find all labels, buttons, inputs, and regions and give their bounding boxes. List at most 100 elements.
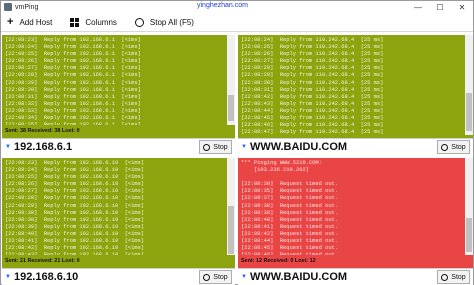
log-line: [22:08:47] Reply from 110.242.68.4 [25 m… — [241, 129, 384, 135]
log-line: [22:08:24] Reply from 110.242.68.4 [25 m… — [241, 37, 384, 43]
grid-icon — [70, 17, 80, 27]
log-line: [22:08:42] Reply from 110.242.68.4 [25 m… — [241, 93, 384, 100]
chevron-down-icon[interactable]: ▼ — [5, 274, 11, 280]
log-line: [22:08:28] Reply from 192.168.6.1 [<1ms] — [5, 72, 141, 79]
stop-label: Stop — [213, 273, 228, 281]
log-line: [22:08:40] Reply from 192.168.6.10 [<1ms… — [5, 230, 145, 237]
log-line: [22:08:45] Reply from 110.242.68.4 [25 m… — [241, 115, 384, 122]
stop-icon — [441, 273, 449, 281]
log-line: [22:08:25] Reply from 192.168.6.10 [<1ms… — [5, 174, 145, 181]
log-line: [22:08:42] Reply from 192.168.6.10 [<1ms… — [5, 245, 145, 252]
stop-button[interactable]: Stop — [437, 140, 470, 154]
ping-stats: Sent: 12 Received: 0 Lost: 12 — [241, 258, 316, 264]
chevron-down-icon[interactable]: ▼ — [5, 144, 11, 150]
stop-label: Stop — [451, 143, 466, 151]
log-scrollbar[interactable] — [465, 158, 473, 255]
plus-icon: + — [7, 16, 14, 28]
log-line: [22:08:29] Reply from 192.168.6.1 [<1ms] — [5, 79, 141, 86]
log-line: [22:08:30] Reply from 192.168.6.1 [<1ms] — [5, 86, 141, 93]
log-line: [22:08:44] Request timed out. — [241, 238, 339, 245]
log-line: [22:08:29] Reply from 110.242.68.4 [25 m… — [241, 72, 384, 79]
host-panel: [22:08:24] Reply from 110.242.68.4 [25 m… — [238, 35, 473, 155]
log-line: *** Pinging WWW.5219.COM: — [241, 160, 322, 166]
log-line: [22:08:28] Reply from 192.168.6.10 [<1ms… — [5, 195, 145, 202]
log-line: [22:08:34] Reply from 192.168.6.1 [<1ms] — [5, 115, 141, 122]
log-line: [22:08:30] Reply from 110.242.68.4 [25 m… — [241, 79, 384, 86]
log-line: [22:08:41] Reply from 192.168.6.10 [<1ms… — [5, 238, 145, 245]
log-line: [22:08:26] Reply from 110.242.68.4 [25 m… — [241, 51, 384, 58]
stop-button[interactable]: Stop — [199, 140, 232, 154]
log-scrollbar[interactable] — [227, 158, 235, 255]
ping-log: [22:08:24] Reply from 110.242.68.4 [25 m… — [238, 35, 465, 135]
stop-label: Stop — [213, 143, 228, 151]
watermark: yinghezhan.com — [197, 2, 248, 9]
log-line: [22:08:31] Reply from 110.242.68.4 [25 m… — [241, 86, 384, 93]
title-bar: vmPing yinghezhan.com — ☐ ✕ — [1, 1, 473, 13]
log-line: [22:08:23] Reply from 192.168.6.1 [<1ms] — [5, 37, 141, 43]
chevron-down-icon[interactable]: ▼ — [241, 274, 247, 280]
stop-icon — [203, 143, 211, 151]
stop-button[interactable]: Stop — [199, 270, 232, 284]
columns-button[interactable]: Columns — [70, 17, 117, 27]
close-icon[interactable]: ✕ — [451, 1, 473, 13]
log-line: [22:08:39] Request timed out. — [241, 209, 339, 216]
log-line: [22:08:38] Reply from 192.168.6.10 [<1ms… — [5, 216, 145, 223]
add-host-label: Add Host — [19, 17, 53, 27]
log-line: [22:08:27] Reply from 192.168.6.10 [<1ms… — [5, 188, 145, 195]
host-name[interactable]: WWW.BAIDU.COM — [250, 141, 437, 153]
stop-all-label: Stop All (F5) — [149, 17, 194, 27]
stop-label: Stop — [451, 273, 466, 281]
log-line: [22:08:23] Reply from 192.168.6.10 [<1ms… — [5, 160, 145, 166]
chevron-down-icon[interactable]: ▼ — [241, 144, 247, 150]
log-scrollbar[interactable] — [465, 35, 473, 135]
log-line: [22:08:32] Reply from 192.168.6.1 [<1ms] — [5, 100, 141, 107]
ping-log: [22:08:23] Reply from 192.168.6.10 [<1ms… — [2, 158, 227, 255]
log-line: [22:08:42] Request timed out. — [241, 230, 339, 237]
host-name[interactable]: WWW.BAIDU.COM — [250, 271, 437, 283]
minimize-icon[interactable]: — — [407, 1, 429, 13]
host-panel: *** Pinging WWW.5219.COM: [103.236.210.2… — [238, 158, 473, 285]
log-line: [22:08:31] Reply from 192.168.6.1 [<1ms] — [5, 93, 141, 100]
log-line: [22:08:27] Reply from 192.168.6.1 [<1ms] — [5, 65, 141, 72]
log-line: [22:08:35] Request timed out. — [241, 188, 339, 195]
log-line: [22:08:25] Reply from 192.168.6.1 [<1ms] — [5, 51, 141, 58]
host-name[interactable]: 192.168.6.1 — [14, 141, 199, 153]
add-host-button[interactable]: + Add Host — [7, 16, 53, 28]
log-line: [22:08:25] Reply from 110.242.68.4 [25 m… — [241, 44, 384, 51]
log-line: [22:08:39] Reply from 192.168.6.10 [<1ms… — [5, 223, 145, 230]
log-line: [22:08:46] Request timed out. — [241, 252, 465, 255]
log-line: [22:08:29] Reply from 192.168.6.10 [<1ms… — [5, 202, 145, 209]
log-line: [22:08:27] Reply from 110.242.68.4 [25 m… — [241, 58, 384, 65]
stop-icon — [203, 273, 211, 281]
toolbar: + Add Host Columns Stop All (F5) — [1, 13, 473, 32]
log-line: [22:08:46] Reply from 110.242.68.4 [25 m… — [241, 122, 384, 129]
host-name[interactable]: 192.168.6.10 — [14, 271, 199, 283]
log-line: [22:08:24] Reply from 192.168.6.1 [<1ms] — [5, 44, 141, 51]
host-bar: ▼ 192.168.6.10 Stop — [2, 268, 235, 285]
ping-stats: Sent: 38 Received: 38 Lost: 0 — [5, 128, 80, 134]
log-line: [22:08:26] Reply from 192.168.6.1 [<1ms] — [5, 58, 141, 65]
ping-log: [22:08:23] Reply from 192.168.6.1 [<1ms]… — [2, 35, 227, 125]
log-line: [22:08:43] Reply from 192.168.6.10 [<1ms… — [5, 252, 227, 255]
log-line: [22:08:43] Reply from 110.242.68.4 [25 m… — [241, 100, 384, 107]
log-line: [22:08:38] Request timed out. — [241, 202, 339, 209]
host-bar: ▼ WWW.BAIDU.COM Stop — [238, 268, 473, 285]
ping-log: *** Pinging WWW.5219.COM: [103.236.210.2… — [238, 158, 465, 255]
log-line: [22:08:37] Request timed out. — [241, 195, 339, 202]
log-line: [22:08:30] Reply from 192.168.6.10 [<1ms… — [5, 209, 145, 216]
stop-all-button[interactable]: Stop All (F5) — [134, 17, 194, 27]
stop-icon — [441, 143, 449, 151]
stop-icon — [134, 17, 144, 27]
stop-button[interactable]: Stop — [437, 270, 470, 284]
log-line: [22:08:24] Reply from 192.168.6.10 [<1ms… — [5, 167, 145, 174]
log-line: [22:08:26] Reply from 192.168.6.10 [<1ms… — [5, 181, 145, 188]
log-line: [22:08:41] Request timed out. — [241, 223, 339, 230]
columns-label: Columns — [85, 17, 117, 27]
log-line: [103.236.210.202] — [241, 167, 309, 174]
log-line: [22:08:40] Request timed out. — [241, 216, 339, 223]
log-scrollbar[interactable] — [227, 35, 235, 125]
log-line: [22:08:45] Request timed out. — [241, 245, 339, 252]
app-window: vmPing yinghezhan.com — ☐ ✕ + Add Host C… — [0, 0, 474, 285]
maximize-icon[interactable]: ☐ — [429, 1, 451, 13]
